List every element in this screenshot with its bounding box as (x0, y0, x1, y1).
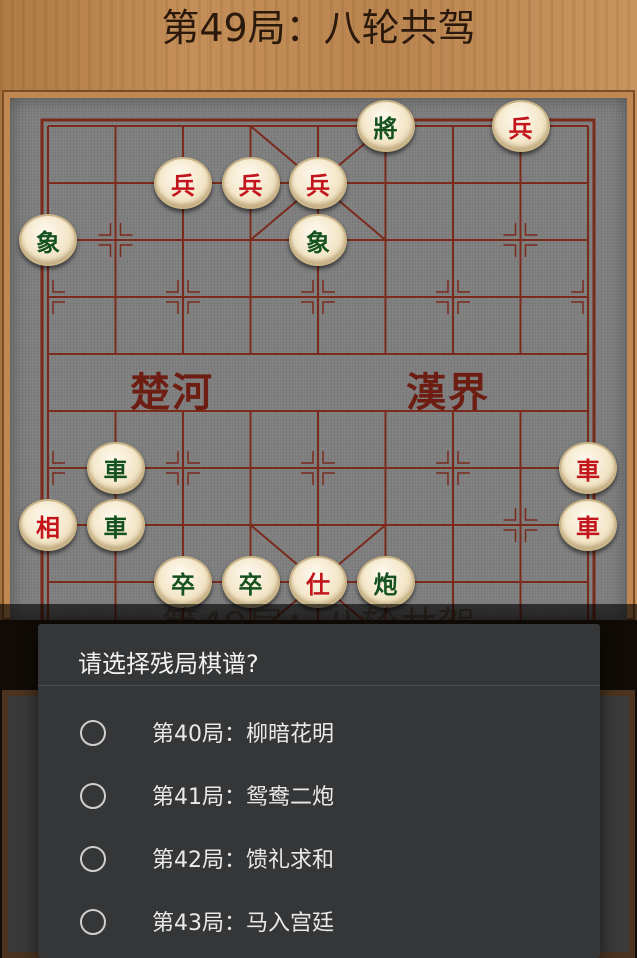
xiangqi-piece[interactable]: 車 (559, 499, 617, 551)
option-label: 第42局：馈礼求和 (152, 848, 334, 873)
xiangqi-piece[interactable]: 車 (559, 442, 617, 494)
xiangqi-piece[interactable]: 兵 (289, 157, 347, 209)
river-label-right: 漢界 (406, 369, 490, 416)
radio-icon[interactable] (80, 783, 106, 809)
page-title: 第49局：八轮共驾 (161, 6, 476, 50)
dialog-title: 请选择残局棋谱? (78, 650, 259, 678)
radio-icon[interactable] (80, 846, 106, 872)
option-label: 第43局：马入宫廷 (152, 911, 334, 936)
xiangqi-piece[interactable]: 車 (86, 499, 145, 551)
xiangqi-piece[interactable]: 兵 (154, 157, 212, 209)
option-item[interactable]: 第42局：馈礼求和 (38, 830, 600, 892)
option-item[interactable]: 第41局：鸳鸯二炮 (38, 767, 600, 829)
option-label: 第41局：鸳鸯二炮 (152, 785, 334, 810)
select-endgame-dialog: 请选择残局棋谱? 第40局：柳暗花明 第41局：鸳鸯二炮 第42局：馈礼求和 第… (38, 624, 600, 958)
dialog-divider (38, 685, 600, 686)
xiangqi-piece[interactable]: 車 (86, 442, 145, 494)
radio-icon[interactable] (80, 909, 106, 935)
xiangqi-piece[interactable]: 兵 (491, 100, 550, 152)
xiangqi-piece[interactable]: 象 (289, 214, 347, 266)
river-label-left: 楚河 (130, 369, 214, 416)
option-label: 第40局：柳暗花明 (152, 722, 334, 747)
xiangqi-piece[interactable]: 將 (356, 100, 415, 152)
xiangqi-piece[interactable]: 象 (19, 214, 77, 266)
option-item[interactable]: 第40局：柳暗花明 (38, 704, 600, 766)
xiangqi-piece[interactable]: 兵 (221, 157, 280, 209)
xiangqi-piece[interactable]: 相 (19, 499, 77, 551)
option-item[interactable]: 第43局：马入宫廷 (38, 893, 600, 955)
radio-icon[interactable] (80, 720, 106, 746)
